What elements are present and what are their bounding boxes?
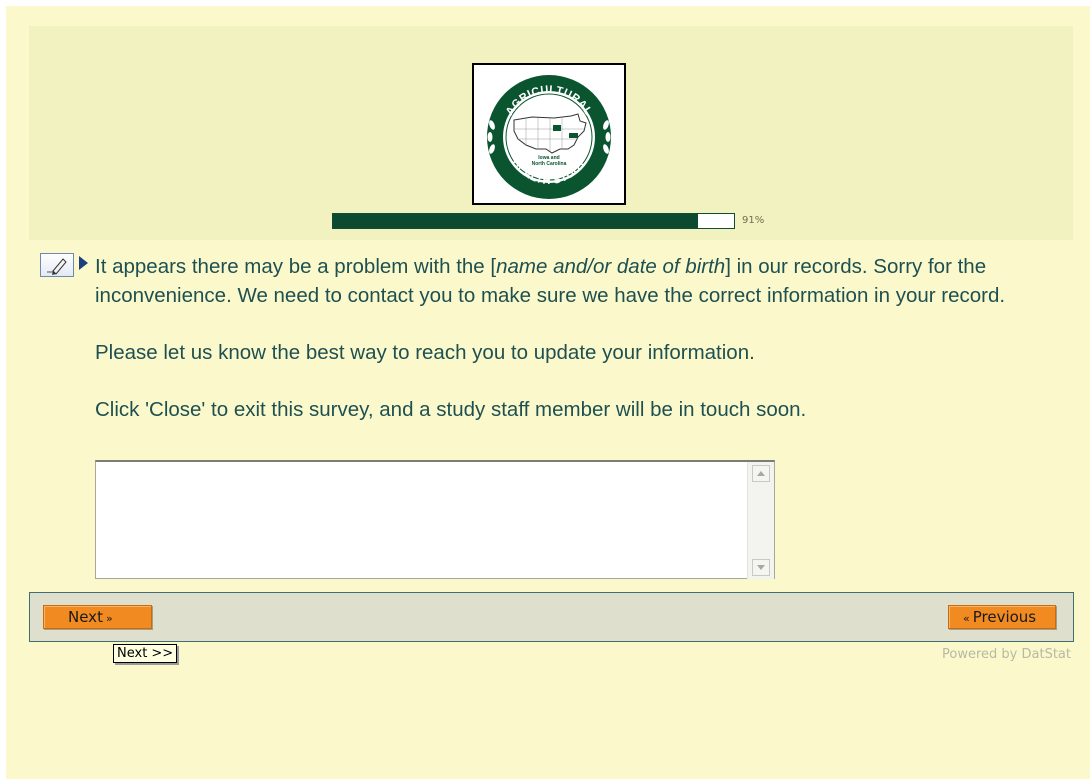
next-button-tooltip: Next >> xyxy=(113,644,178,663)
edit-pencil-icon[interactable] xyxy=(40,253,74,277)
scroll-down-icon xyxy=(757,565,765,570)
question-paragraph-1: It appears there may be a problem with t… xyxy=(95,252,1075,310)
question-paragraph-3: Click 'Close' to exit this survey, and a… xyxy=(95,398,807,421)
logo-caption-line2: North Carolina xyxy=(532,161,567,167)
next-button[interactable]: Next» xyxy=(43,605,152,629)
next-button-label: Next xyxy=(68,608,103,626)
scroll-up-button[interactable] xyxy=(752,465,770,482)
scroll-down-button[interactable] xyxy=(752,559,770,576)
study-logo: AGRICULTURAL HEALTH STUDY Iowa and North… xyxy=(472,63,626,205)
double-right-arrow-icon: » xyxy=(105,612,113,625)
navigation-bar: Next» «Previous xyxy=(29,592,1074,642)
double-left-arrow-icon: « xyxy=(963,612,970,625)
previous-button-label: Previous xyxy=(972,608,1037,626)
agricultural-health-study-logo-icon: AGRICULTURAL HEALTH STUDY Iowa and North… xyxy=(487,75,611,199)
question-paragraph-2: Please let us know the best way to reach… xyxy=(95,341,755,364)
question-emphasis: name and/or date of birth xyxy=(496,255,726,278)
triangle-pointer-icon xyxy=(79,256,88,270)
answer-textbox[interactable] xyxy=(95,460,775,579)
progress-bar-fill xyxy=(333,214,698,228)
scroll-up-icon xyxy=(757,471,765,476)
question-text: It appears there may be a problem with t… xyxy=(95,252,1075,424)
previous-button[interactable]: «Previous xyxy=(948,605,1056,629)
pencil-icon xyxy=(47,258,67,275)
answer-scrollbar[interactable] xyxy=(747,462,774,579)
progress-label: 91% xyxy=(742,215,765,226)
progress-bar xyxy=(332,213,735,229)
powered-by-link[interactable]: Powered by DatStat xyxy=(942,647,1071,662)
question-text-part: It appears there may be a problem with t… xyxy=(95,255,497,278)
answer-input[interactable] xyxy=(96,462,748,578)
